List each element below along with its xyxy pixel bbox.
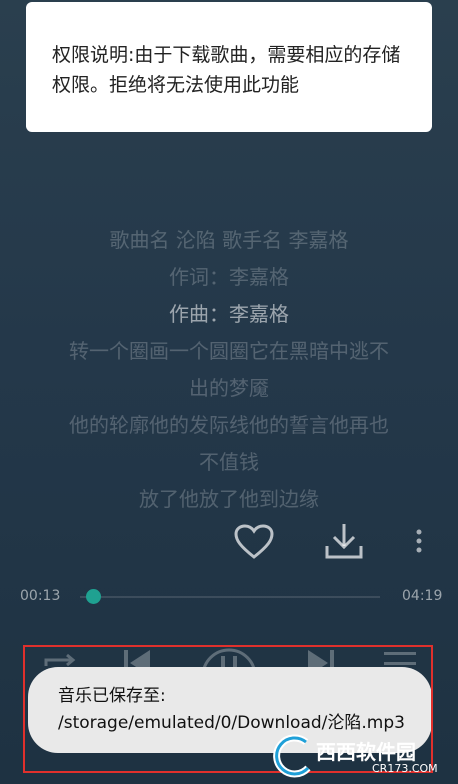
watermark-logo: 西西软件园 CR173.COM	[268, 728, 458, 784]
watermark-sub: CR173.COM	[372, 762, 438, 775]
permission-dialog-text: 权限说明:由于下载歌曲，需要相应的存储权限。拒绝将无法使用此功能	[52, 44, 401, 96]
total-time: 04:19	[402, 588, 443, 604]
lyric-line: 他的轮廓他的发际线他的誓言他再也	[69, 413, 389, 437]
permission-dialog: 权限说明:由于下载歌曲，需要相应的存储权限。拒绝将无法使用此功能	[26, 2, 432, 132]
watermark-text: 西西软件园	[316, 740, 416, 764]
lyric-line: 作词：李嘉格	[169, 265, 289, 289]
lyric-line-current: 作曲：李嘉格	[169, 302, 289, 326]
lyric-line: 歌曲名 沦陷 歌手名 李嘉格	[109, 228, 349, 252]
lyric-line: 不值钱	[199, 450, 259, 474]
more-vertical-icon[interactable]	[414, 528, 424, 556]
lyric-line: 出的梦魇	[189, 376, 269, 400]
heart-icon[interactable]	[234, 524, 274, 560]
seek-bar-thumb[interactable]	[86, 589, 101, 604]
download-icon[interactable]	[324, 522, 364, 560]
elapsed-time: 00:13	[20, 588, 61, 604]
seek-bar[interactable]	[80, 596, 380, 598]
lyric-line: 放了他放了他到边缘	[139, 487, 319, 511]
lyric-line: 转一个圈画一个圆圈它在黑暗中逃不	[69, 339, 389, 363]
lyrics-view[interactable]: 歌曲名 沦陷 歌手名 李嘉格 作词：李嘉格 作曲：李嘉格 转一个圈画一个圆圈它在…	[0, 222, 458, 518]
